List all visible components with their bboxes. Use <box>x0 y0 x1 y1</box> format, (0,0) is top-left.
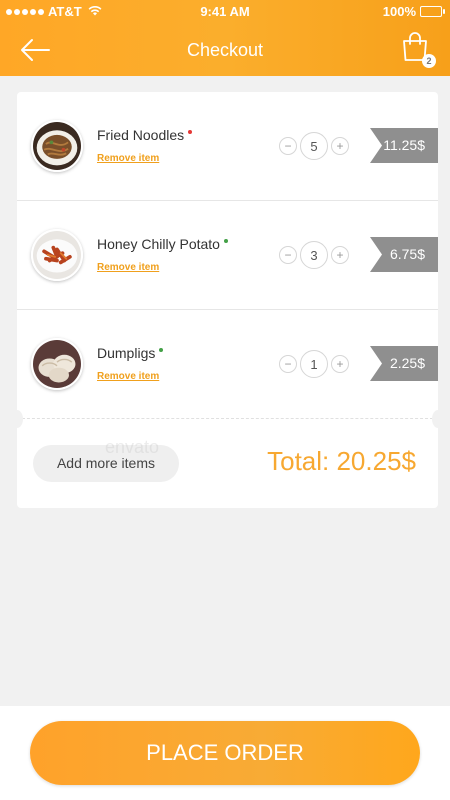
header: AT&T 9:41 AM 100% Checkout 2 <box>0 0 450 76</box>
status-bar: AT&T 9:41 AM 100% <box>0 0 450 24</box>
quantity-value: 3 <box>300 241 328 269</box>
place-order-button[interactable]: PLACE ORDER <box>30 721 420 785</box>
decrease-button[interactable]: − <box>279 355 297 373</box>
add-more-items-button[interactable]: Add more items <box>33 445 179 482</box>
ticket-notch <box>432 410 444 428</box>
item-name: Fried Noodles <box>97 127 193 143</box>
status-dot <box>159 348 164 352</box>
ticket-notch <box>11 410 23 428</box>
battery: 100% <box>382 4 445 19</box>
price-tag: 11.25$ <box>370 128 438 163</box>
increase-button[interactable]: + <box>331 137 349 155</box>
increase-button[interactable]: + <box>331 355 349 373</box>
battery-label: 100% <box>382 4 416 19</box>
decrease-button[interactable]: − <box>279 137 297 155</box>
status-dot <box>223 239 228 243</box>
cart-item: Fried Noodles Remove item − 5 + 11.25$ <box>17 92 438 201</box>
quantity-stepper: − 1 + <box>279 350 349 378</box>
quantity-stepper: − 3 + <box>279 241 349 269</box>
status-dot <box>188 130 193 134</box>
cart-count-badge: 2 <box>422 54 436 68</box>
quantity-value: 1 <box>300 350 328 378</box>
order-card: Fried Noodles Remove item − 5 + 11.25$ H… <box>11 92 444 513</box>
cart-item: Honey Chilly Potato Remove item − 3 + 6.… <box>17 201 438 310</box>
page-title: Checkout <box>186 40 264 60</box>
dumplings-image <box>31 338 83 390</box>
price-tag: 6.75$ <box>370 237 438 272</box>
fried-noodles-image <box>31 120 83 172</box>
cart-button[interactable]: 2 <box>402 32 436 68</box>
remove-item-link[interactable]: Remove item <box>97 262 159 273</box>
price-tag: 2.25$ <box>370 346 438 381</box>
quantity-value: 5 <box>300 132 328 160</box>
remove-item-link[interactable]: Remove item <box>97 371 159 382</box>
honey-chilly-potato-image <box>31 229 83 281</box>
item-name: Dumpligs <box>97 345 164 361</box>
item-name: Honey Chilly Potato <box>97 236 228 252</box>
ticket-edge <box>17 507 438 513</box>
battery-icon <box>420 6 445 17</box>
order-total: Total: 20.25$ <box>267 446 416 476</box>
quantity-stepper: − 5 + <box>279 132 349 160</box>
decrease-button[interactable]: − <box>279 246 297 264</box>
increase-button[interactable]: + <box>331 246 349 264</box>
cart-item: Dumpligs Remove item − 1 + 2.25$ <box>17 310 438 419</box>
remove-item-link[interactable]: Remove item <box>97 153 159 164</box>
